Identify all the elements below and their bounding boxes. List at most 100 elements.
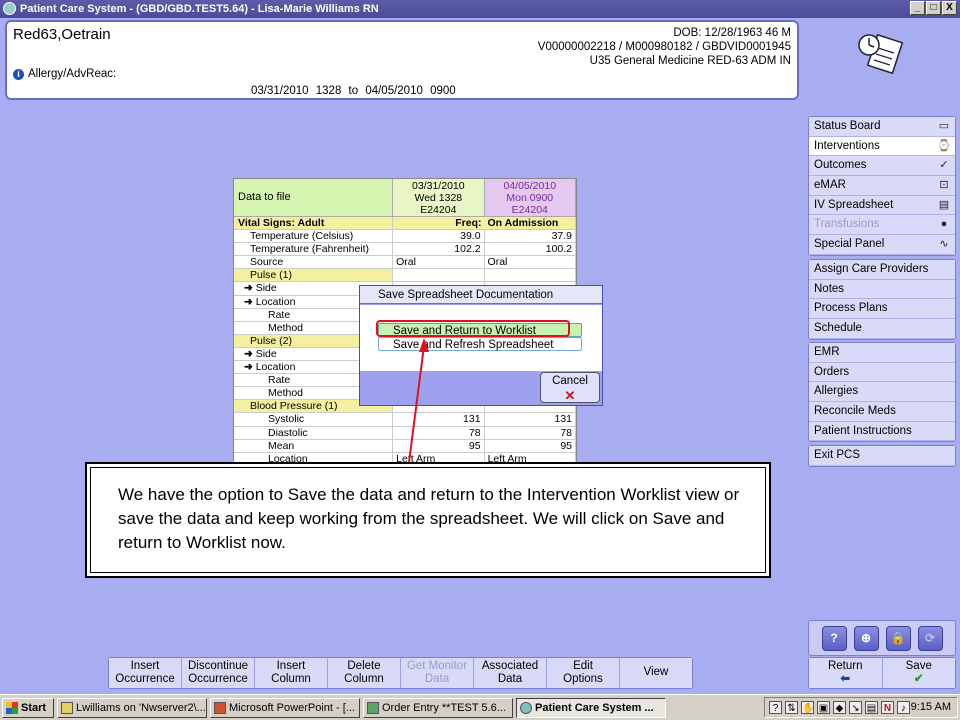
row-label-text: Rate (268, 374, 291, 387)
toolbar-button-view[interactable]: View (620, 658, 692, 688)
cell-col2[interactable]: 78 (485, 426, 576, 439)
col1-date: 03/31/2010 (412, 180, 465, 192)
column-header-1[interactable]: 03/31/2010 Wed 1328 E24204 (393, 179, 485, 217)
arrow-tray-icon[interactable]: ↘ (849, 701, 862, 714)
n-tray-icon[interactable]: N (881, 701, 894, 714)
nav-item-status-board[interactable]: Status Board ▭ (809, 117, 955, 137)
nav-item-label: eMAR (814, 179, 846, 192)
table-row[interactable]: Temperature (Celsius) 39.0 37.9 (234, 230, 576, 244)
help-tray-icon[interactable]: ? (769, 701, 782, 714)
task-patient-care[interactable]: Patient Care System ... (516, 697, 666, 718)
col1-time: Wed 1328 (414, 192, 463, 204)
toolbar-button-insert-occurrence[interactable]: Insert Occurrence (109, 658, 182, 688)
help-icon[interactable]: ? (821, 625, 847, 651)
arrow-right-icon: ➜ (244, 295, 256, 308)
refresh-icon[interactable]: ⟳ (917, 625, 943, 651)
toolbar-button-discontinue-occurrence[interactable]: Discontinue Occurrence (182, 658, 255, 688)
cell-col2[interactable]: 100.2 (485, 243, 576, 256)
dialog-options: Save and Return to Worklist Save and Ref… (360, 305, 602, 371)
task-explorer[interactable]: Lwilliams on 'Nwserver2\... (57, 697, 207, 718)
task-powerpoint[interactable]: Microsoft PowerPoint - [... (210, 697, 360, 718)
cell-col2[interactable]: On Admission (485, 217, 576, 230)
row-label: Pulse (1) (234, 269, 394, 282)
cell-col1[interactable]: 95 (393, 439, 485, 452)
nav-item-iv-spreadsheet[interactable]: IV Spreadsheet ▤ (809, 195, 955, 216)
cell-col2[interactable]: Oral (485, 256, 576, 269)
toolbar-label-line1: Discontinue (187, 660, 249, 672)
document-tray-icon[interactable]: ▤ (865, 701, 878, 714)
return-button[interactable]: Return ⬅ (809, 658, 883, 688)
monitor-tray-icon[interactable]: ▣ (817, 701, 830, 714)
column-header-2[interactable]: 04/05/2010 Mon 0900 E24204 (484, 179, 576, 217)
cell-col2[interactable]: 37.9 (485, 230, 576, 243)
table-row[interactable]: Temperature (Fahrenheit) 102.2 100.2 (234, 243, 576, 257)
shield-tray-icon[interactable]: ◆ (833, 701, 846, 714)
network-tray-icon[interactable]: ⇅ (785, 701, 798, 714)
cell-col1[interactable] (393, 269, 485, 282)
toolbar-button-insert-column[interactable]: Insert Column (255, 658, 328, 688)
nav-item-allergies[interactable]: Allergies (809, 382, 955, 403)
save-button[interactable]: Save ✔ (882, 658, 955, 688)
nav-item-label: EMR (814, 346, 840, 358)
minimize-button[interactable]: _ (910, 1, 925, 15)
table-row[interactable]: Pulse (1) (234, 269, 576, 283)
nav-item-schedule[interactable]: Schedule (809, 319, 955, 339)
cell-col1[interactable]: 78 (393, 426, 485, 439)
cell-col1[interactable]: Freq: (393, 217, 484, 229)
reference-icon[interactable]: ⊕ (853, 625, 879, 651)
row-label-text: Pulse (1) (250, 269, 293, 282)
nav-item-label: Interventions (814, 139, 880, 152)
cell-col1[interactable]: 131 (393, 413, 485, 426)
spreadsheet-toolbar: Insert Occurrence Discontinue Occurrence Ins… (108, 657, 693, 689)
nav-item-interventions[interactable]: Interventions ⌚ (809, 136, 955, 157)
nav-item-label: Orders (814, 365, 850, 378)
table-row[interactable]: Mean 95 95 (234, 439, 576, 453)
data-to-file-label: Data to file (234, 179, 394, 217)
row-label: Mean (234, 439, 394, 452)
table-row[interactable]: Diastolic 78 78 (234, 426, 576, 440)
nav-item-process-plans[interactable]: Process Plans (809, 299, 955, 320)
lock-icon[interactable]: 🔒 (885, 625, 911, 651)
nav-item-orders[interactable]: Orders (809, 362, 955, 383)
maximize-button[interactable]: □ (926, 1, 941, 15)
patient-ids: V00000002218 / M000980182 / GBDVID000194… (537, 41, 791, 53)
nav-item-special-panel[interactable]: Special Panel ∿ (809, 235, 955, 255)
cell-col1[interactable]: 102.2 (393, 243, 485, 256)
cell-col2[interactable]: 131 (485, 413, 576, 426)
row-label-text: Vital Signs: Adult (238, 217, 325, 229)
cell-col2[interactable]: 95 (485, 439, 576, 452)
nav-item-notes[interactable]: Notes (809, 279, 955, 300)
cell-col1[interactable]: 39.0 (393, 230, 485, 243)
save-refresh-spreadsheet-option[interactable]: Save and Refresh Spreadsheet (378, 337, 582, 351)
task-order-entry[interactable]: Order Entry **TEST 5.6... (363, 697, 513, 718)
nav-item-emr[interactable]: EMR (809, 343, 955, 363)
toolbar-label-line2: Data (424, 673, 450, 685)
taskbar-clock: 9:15 AM (910, 701, 951, 713)
task-label: Lwilliams on 'Nwserver2\... (76, 701, 206, 714)
nav-item-emar[interactable]: eMAR ⊡ (809, 176, 955, 196)
patient-dob: DOB: 12/28/1963 46 M (673, 27, 791, 39)
nav-item-patient-instructions[interactable]: Patient Instructions (809, 421, 955, 442)
table-row[interactable]: Systolic 131 131 (234, 413, 576, 427)
nav-item-reconcile-meds[interactable]: Reconcile Meds (809, 402, 955, 422)
nav-item-assign-care-providers[interactable]: Assign Care Providers (809, 260, 955, 280)
cell-col1[interactable]: Oral (393, 256, 485, 269)
close-button[interactable]: X (942, 1, 957, 15)
arrow-right-icon: ➜ (244, 361, 256, 374)
hand-tray-icon[interactable]: ✋ (801, 701, 814, 714)
table-row[interactable]: Vital Signs: Adult Freq: On Admission (234, 217, 576, 231)
cancel-x-icon: ✕ (564, 388, 576, 403)
cell-col2[interactable] (485, 269, 576, 282)
allergy-row[interactable]: i Allergy/AdvReac: (13, 68, 116, 80)
toolbar-button-delete-column[interactable]: Delete Column (328, 658, 401, 688)
nav-item-outcomes[interactable]: Outcomes ✓ (809, 156, 955, 177)
table-row[interactable]: Source Oral Oral (234, 256, 576, 270)
cancel-label: Cancel (552, 375, 588, 387)
nav-item-exit-pcs[interactable]: Exit PCS (809, 446, 955, 466)
toolbar-button-edit-options[interactable]: Edit Options (547, 658, 620, 688)
toolbar-button-associated-data[interactable]: Associated Data (474, 658, 547, 688)
speaker-tray-icon[interactable]: ♪ (897, 701, 910, 714)
nav-item-transfusions[interactable]: Transfusions ● (809, 215, 955, 236)
start-button[interactable]: Start (2, 697, 54, 718)
cancel-button[interactable]: Cancel ✕ (540, 372, 600, 403)
